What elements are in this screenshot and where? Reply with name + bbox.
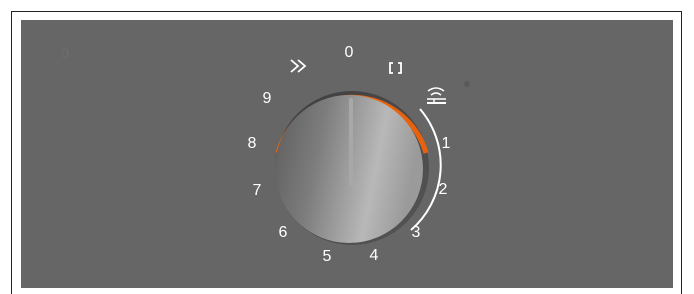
position-8-label: 8 bbox=[248, 135, 257, 152]
position-3-label: 3 bbox=[412, 224, 421, 241]
bridge-zone-icon bbox=[389, 62, 402, 74]
knob-illustration: 0 0 1 2 3 4 5 6 7 8 9 bbox=[61, 44, 470, 265]
position-4-label: 4 bbox=[370, 247, 379, 264]
rapid-heat-icon bbox=[290, 59, 307, 73]
position-7-label: 7 bbox=[253, 182, 262, 199]
position-9-label: 9 bbox=[263, 90, 272, 107]
ghost-zero-marker: 0 bbox=[61, 45, 69, 61]
position-2-label: 2 bbox=[439, 181, 448, 198]
position-6-label: 6 bbox=[279, 224, 288, 241]
position-1-label: 1 bbox=[442, 135, 451, 152]
position-0-label: 0 bbox=[345, 44, 354, 61]
indicator-dot bbox=[464, 81, 470, 87]
keep-warm-icon bbox=[427, 87, 446, 104]
position-5-label: 5 bbox=[323, 248, 332, 265]
